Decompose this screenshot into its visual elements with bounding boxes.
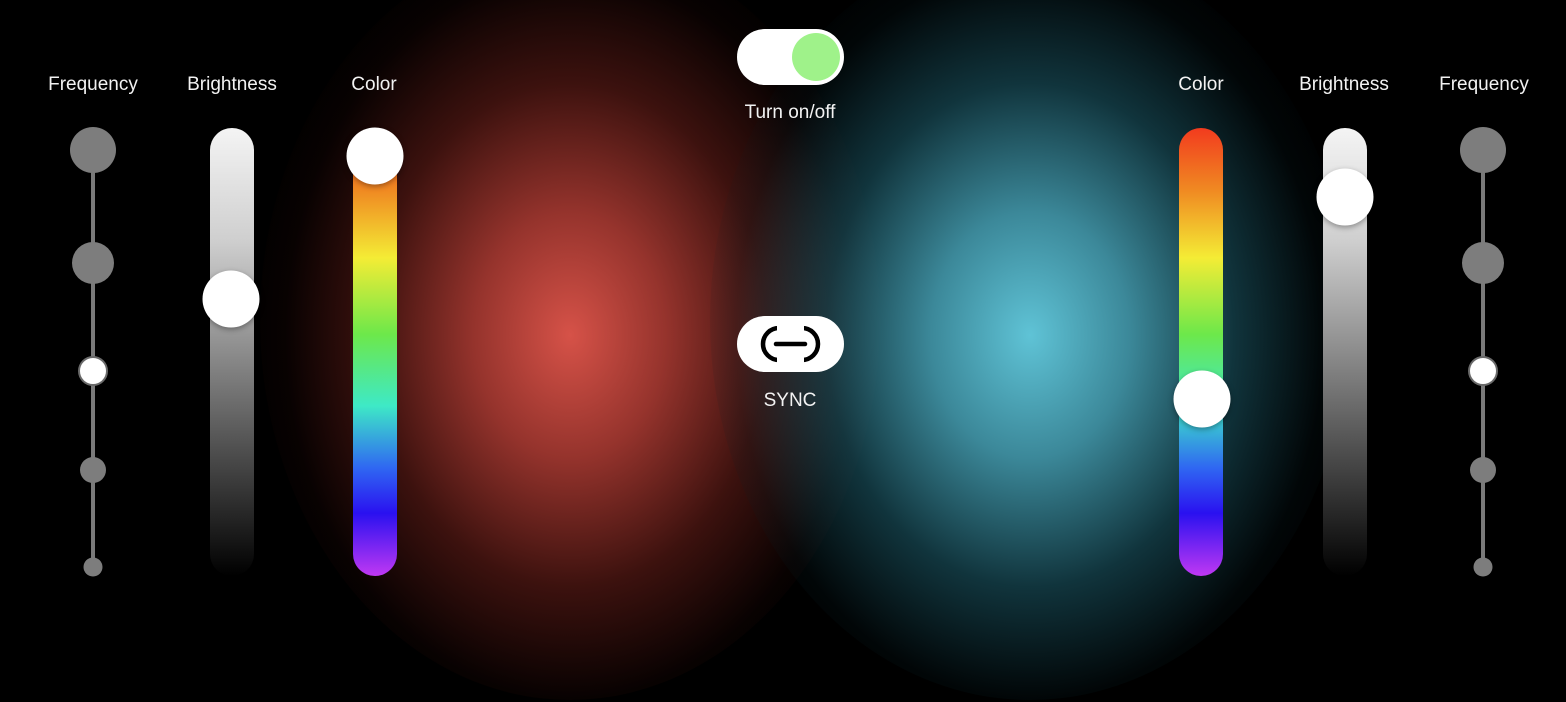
- right-brightness-label: Brightness: [1299, 74, 1389, 95]
- left-frequency-label: Frequency: [48, 74, 138, 95]
- left-brightness-knob[interactable]: [202, 270, 260, 328]
- right-frequency-step-2[interactable]: [1462, 242, 1504, 284]
- left-frequency-step-5[interactable]: [83, 557, 103, 577]
- right-color-label: Color: [1178, 74, 1224, 95]
- link-icon: [760, 323, 821, 365]
- left-color-knob[interactable]: [346, 127, 404, 185]
- left-frequency-step-2[interactable]: [72, 242, 114, 284]
- power-toggle-thumb: [792, 33, 840, 81]
- left-color-label: Color: [351, 74, 397, 95]
- right-color-knob[interactable]: [1173, 370, 1231, 428]
- power-toggle[interactable]: [737, 29, 844, 85]
- left-brightness-label: Brightness: [187, 74, 277, 95]
- power-toggle-label: Turn on/off: [744, 102, 836, 123]
- sync-button[interactable]: [737, 316, 844, 372]
- left-frequency-step-4[interactable]: [80, 457, 106, 483]
- left-frequency-knob[interactable]: [78, 356, 108, 386]
- right-frequency-step-4[interactable]: [1470, 457, 1496, 483]
- right-color-track[interactable]: [1179, 128, 1223, 576]
- left-frequency-step-1[interactable]: [70, 127, 116, 173]
- sync-label: SYNC: [763, 390, 817, 411]
- right-frequency-step-5[interactable]: [1473, 557, 1493, 577]
- left-color-track[interactable]: [353, 128, 397, 576]
- right-frequency-label: Frequency: [1439, 74, 1529, 95]
- right-frequency-step-1[interactable]: [1460, 127, 1506, 173]
- right-brightness-knob[interactable]: [1316, 168, 1374, 226]
- left-brightness-track[interactable]: [210, 128, 254, 576]
- right-frequency-knob[interactable]: [1468, 356, 1498, 386]
